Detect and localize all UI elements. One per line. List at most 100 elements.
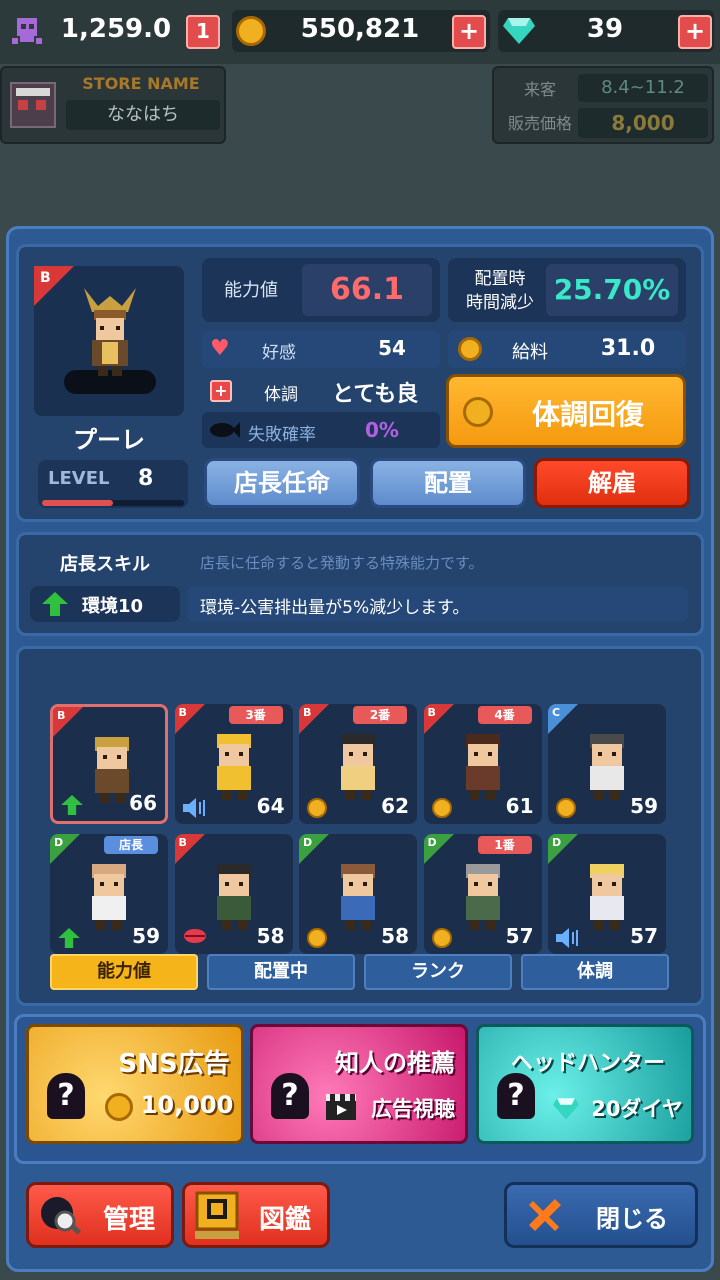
salary-value: 31.0 bbox=[600, 336, 656, 361]
up-arrow-icon bbox=[58, 928, 80, 948]
failure-row: 失敗確率 0% bbox=[202, 412, 440, 448]
skull-value: 1,259.0 bbox=[60, 14, 172, 44]
health-cross-icon: + bbox=[210, 380, 232, 402]
manager-button[interactable]: 店長任命 bbox=[204, 458, 360, 508]
gem-icon bbox=[502, 14, 536, 50]
fish-icon bbox=[208, 420, 240, 444]
staff-ability-value: 59 bbox=[630, 794, 658, 818]
portrait-frame: B bbox=[34, 266, 184, 416]
trophy-frame-icon bbox=[195, 1191, 239, 1245]
staff-tag: 3番 bbox=[228, 706, 283, 724]
staff-ability-value: 66 bbox=[129, 791, 157, 815]
magnifier-person-icon bbox=[39, 1195, 83, 1243]
level-label: LEVEL bbox=[48, 468, 110, 489]
mystery-person-icon: ? bbox=[47, 1073, 85, 1119]
staff-slot[interactable]: D 店長 59 bbox=[50, 834, 168, 954]
staff-ability-value: 59 bbox=[132, 924, 160, 948]
store-icon bbox=[10, 82, 56, 128]
staff-tag: 店長 bbox=[104, 836, 158, 854]
recover-coin-icon bbox=[463, 397, 493, 431]
skill-desc-hint: 店長に任命すると発動する特殊能力です。 bbox=[200, 554, 484, 572]
gold-coin-icon bbox=[236, 16, 266, 50]
employee-name: プーレ bbox=[73, 426, 145, 454]
sort-tab[interactable]: ランク bbox=[364, 954, 512, 990]
failure-label: 失敗確率 bbox=[248, 425, 316, 445]
ability-box: 能力値 66.1 bbox=[202, 258, 440, 322]
staff-tag: 2番 bbox=[353, 706, 407, 724]
friend-referral-button[interactable]: ? 知人の推薦 広告視聴 bbox=[250, 1024, 468, 1144]
deploy-box: 配置時 時間減少 25.70% bbox=[448, 258, 686, 322]
staff-slot[interactable]: B 66 bbox=[50, 704, 168, 824]
deploy-label-2: 時間減少 bbox=[466, 293, 534, 313]
up-arrow-icon bbox=[61, 795, 83, 815]
store-name: ななはち bbox=[66, 100, 220, 130]
staff-slot[interactable]: D 1番 57 bbox=[423, 834, 542, 954]
skill-up-arrow-icon bbox=[42, 592, 68, 620]
gold-plus-button[interactable]: + bbox=[452, 15, 486, 49]
skill-name: 環境10 bbox=[82, 596, 144, 617]
staff-rank: D bbox=[54, 836, 64, 849]
sns-cost: 10,000 bbox=[140, 1091, 234, 1119]
deploy-button[interactable]: 配置 bbox=[370, 458, 526, 508]
mystery-person-icon: ? bbox=[497, 1073, 535, 1119]
staff-tag: 4番 bbox=[477, 706, 532, 724]
staff-character bbox=[216, 864, 251, 930]
manage-button[interactable]: 管理 bbox=[26, 1182, 174, 1248]
coin-icon bbox=[431, 928, 452, 948]
staff-rank: B bbox=[57, 709, 66, 722]
headhunter-button[interactable]: ? ヘッドハンター 20ダイヤ bbox=[476, 1024, 694, 1144]
staff-slot[interactable]: D 58 bbox=[299, 834, 417, 954]
level-progress-bar bbox=[42, 500, 184, 506]
gem-plus-button[interactable]: + bbox=[678, 15, 712, 49]
staff-rank: B bbox=[303, 706, 312, 719]
coin-icon bbox=[458, 337, 482, 365]
skill-detail-box: 環境-公害排出量が5%減少します。 bbox=[188, 586, 688, 622]
staff-slot[interactable]: B 2番 62 bbox=[299, 704, 417, 824]
staff-character bbox=[216, 734, 251, 800]
skull-badge[interactable]: 1 bbox=[186, 15, 220, 49]
affinity-value: 54 bbox=[378, 336, 406, 360]
staff-slot[interactable]: B 58 bbox=[174, 834, 293, 954]
fire-button[interactable]: 解雇 bbox=[534, 458, 690, 508]
hunter-gem-icon bbox=[551, 1095, 581, 1125]
store-label: STORE NAME bbox=[82, 74, 200, 93]
staff-tag: 1番 bbox=[477, 836, 532, 854]
staff-slot[interactable]: B 4番 61 bbox=[423, 704, 542, 824]
close-button[interactable]: 閉じる bbox=[504, 1182, 698, 1248]
level-progress-fill bbox=[42, 500, 113, 506]
gem-value: 39 bbox=[586, 14, 624, 44]
character-portrait bbox=[84, 288, 136, 376]
sns-coin-icon bbox=[105, 1093, 133, 1125]
sort-tab[interactable]: 体調 bbox=[521, 954, 669, 990]
staff-ability-value: 58 bbox=[256, 924, 285, 948]
staff-character bbox=[341, 734, 375, 800]
ability-value: 66.1 bbox=[302, 264, 432, 316]
deploy-value: 25.70% bbox=[546, 264, 678, 316]
sort-tab[interactable]: 能力値 bbox=[50, 954, 198, 990]
sns-title: SNS広告 bbox=[118, 1049, 230, 1079]
sns-ad-button[interactable]: ? SNS広告 10,000 bbox=[26, 1024, 244, 1144]
staff-rank: B bbox=[178, 706, 187, 719]
staff-slot[interactable]: B 3番 64 bbox=[174, 704, 293, 824]
staff-rank: B bbox=[178, 836, 187, 849]
info-panel: 来客 8.4~11.2 販売価格 8,000 bbox=[492, 66, 714, 144]
skull-icon bbox=[10, 14, 44, 48]
coin-icon bbox=[431, 798, 452, 818]
salary-label: 給料 bbox=[512, 342, 548, 363]
staff-character bbox=[590, 734, 624, 800]
recover-button[interactable]: 体調回復 bbox=[446, 374, 686, 448]
staff-slot[interactable]: C 59 bbox=[548, 704, 666, 824]
coin-icon bbox=[307, 928, 327, 948]
staff-character bbox=[465, 864, 500, 930]
affinity-row: ♥ 好感 54 bbox=[202, 330, 440, 368]
hunter-title: ヘッドハンター bbox=[510, 1051, 665, 1076]
sort-tab[interactable]: 配置中 bbox=[207, 954, 355, 990]
level-value: 8 bbox=[138, 466, 154, 491]
mystery-person-icon: ? bbox=[271, 1073, 309, 1119]
store-panel[interactable]: STORE NAME ななはち bbox=[0, 66, 226, 144]
staff-slot[interactable]: D 57 bbox=[548, 834, 666, 954]
visitors-value: 8.4~11.2 bbox=[578, 74, 708, 102]
book-button[interactable]: 図鑑 bbox=[182, 1182, 330, 1248]
staff-character bbox=[590, 864, 624, 930]
visitors-label: 来客 bbox=[523, 80, 556, 99]
